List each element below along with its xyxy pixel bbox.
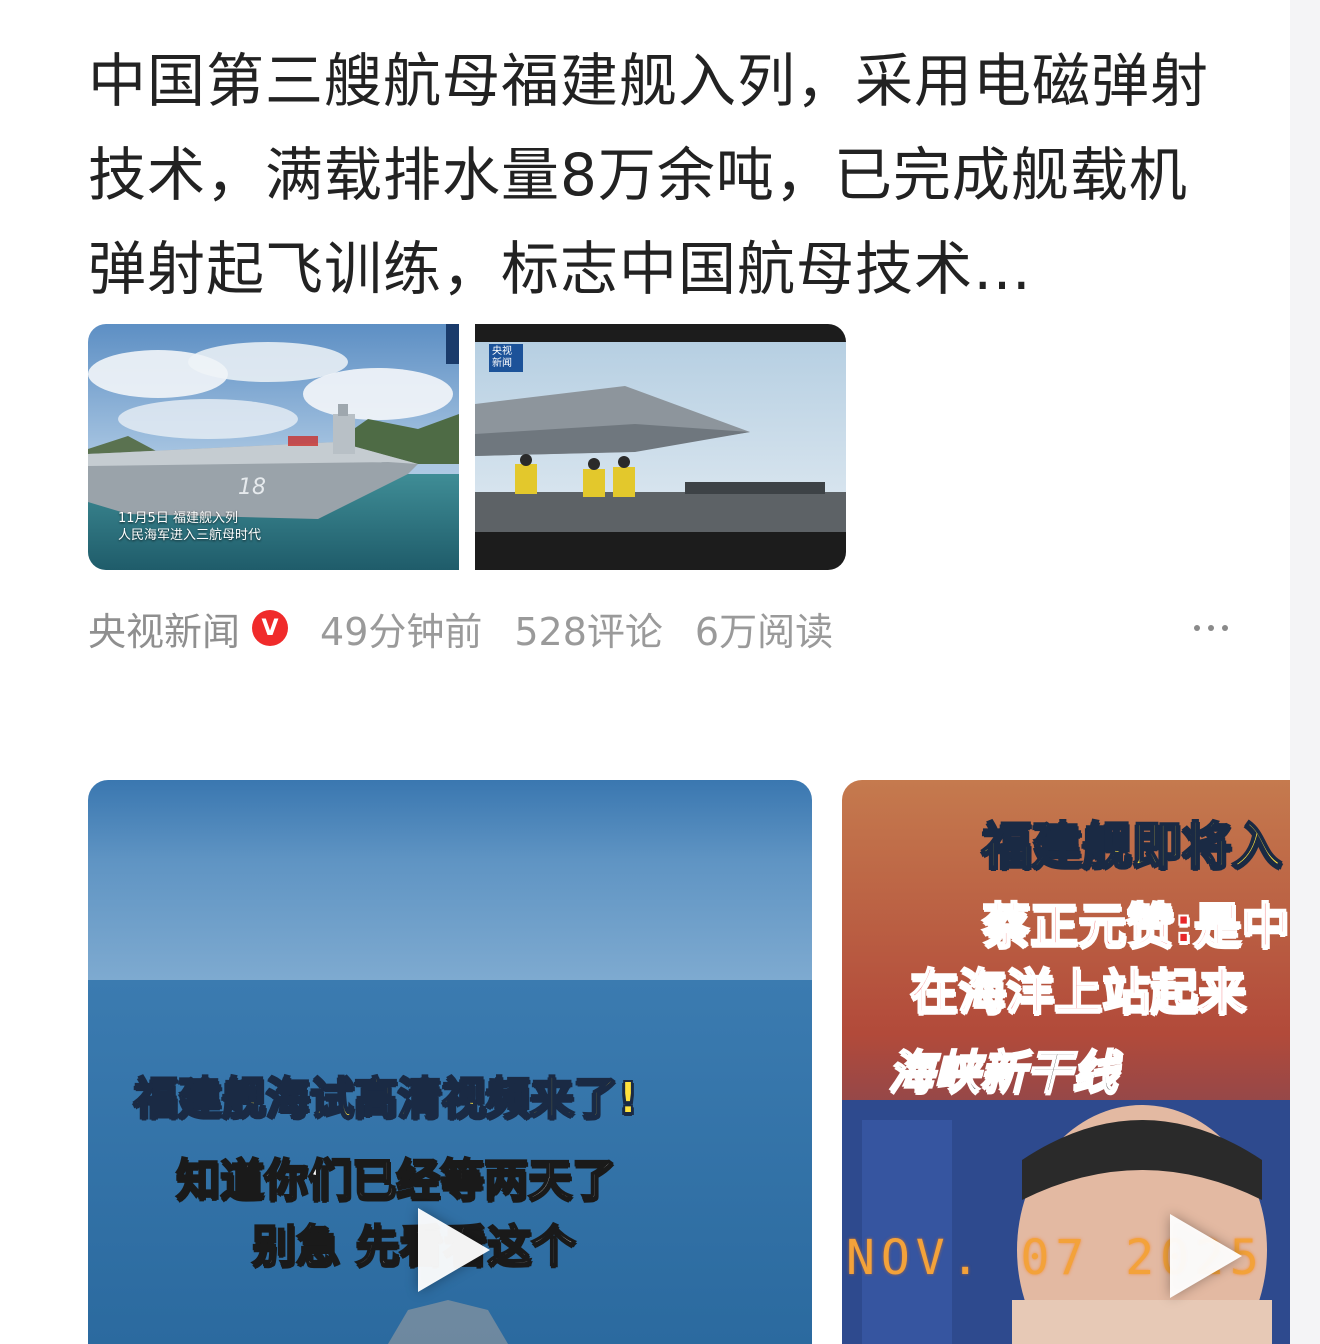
video-overlay-line2: 蔡正元赞:是中 [981,897,1290,955]
dot-icon [1208,625,1214,631]
comment-count: 528评论 [514,609,663,654]
article-meta: 央视新闻 V 49分钟前 528评论 6万阅读 [88,600,1228,656]
article-title[interactable]: 中国第三艘航母福建舰入列，采用电磁弹射技术，满载排水量8万余吨，已完成舰载机弹射… [88,34,1228,316]
play-icon[interactable] [418,1208,490,1292]
article-image-row: 18 11月5日 福建舰入列 人民海军进入三航母时代 央视新闻 [88,324,846,570]
read-count: 6万阅读 [694,609,834,654]
jet-photo [475,324,846,570]
play-icon[interactable] [1170,1214,1242,1298]
video-overlay-title: 福建舰海试高清视频来了! [133,1072,639,1125]
scroll-gutter [1290,0,1320,1344]
video-overlay-line2: 知道你们已经等两天了 [175,1154,617,1207]
caption-line-2: 人民海军进入三航母时代 [118,528,262,543]
video-card-interview[interactable]: 福建舰即将入 蔡正元赞:是中 在海洋上站起来 海峡新干线 NOV. 07 202… [842,780,1290,1344]
dot-icon [1222,625,1228,631]
video-overlay-title: 福建舰即将入 [981,816,1283,876]
video-overlay-line3: 在海洋上站起来 [909,963,1247,1021]
feed-page: 中国第三艘航母福建舰入列，采用电磁弹射技术，满载排水量8万余吨，已完成舰载机弹射… [0,0,1320,1344]
source-name[interactable]: 央视新闻 [88,601,240,656]
image-caption: 11月5日 福建舰入列 人民海军进入三航母时代 [118,510,261,544]
more-options-icon[interactable] [1194,600,1228,656]
svg-text:18: 18 [238,475,266,500]
caption-line-1: 11月5日 福建舰入列 [118,511,238,526]
article-image-jet[interactable]: 央视新闻 [475,324,846,570]
channel-tag: 央视新闻 [489,344,523,372]
video-overlay-line3: 别急 先看看这个 [251,1220,576,1273]
dot-icon [1194,625,1200,631]
article-image-carrier[interactable]: 18 11月5日 福建舰入列 人民海军进入三航母时代 [88,324,459,570]
verified-icon: V [252,610,289,646]
publish-time: 49分钟前 [320,609,483,654]
video-card-sea-trial[interactable]: 福建舰海试高清视频来了! 知道你们已经等两天了 别急 先看看这个 [88,780,812,1344]
program-logo: 海峡新干线 [887,1044,1119,1100]
